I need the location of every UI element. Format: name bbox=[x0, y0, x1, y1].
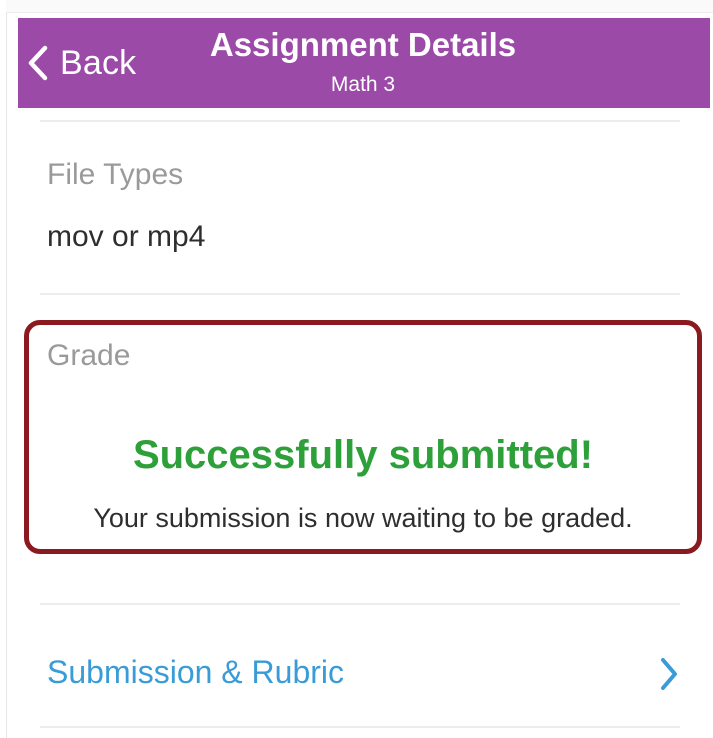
frame-edge bbox=[6, 0, 7, 738]
submission-success-message: Successfully submitted! bbox=[132, 433, 594, 477]
submission-rubric-link[interactable]: Submission & Rubric bbox=[40, 640, 685, 710]
grading-status-message: Your submission is now waiting to be gra… bbox=[93, 503, 633, 533]
chevron-left-icon bbox=[28, 45, 48, 81]
frame-top bbox=[6, 0, 713, 13]
submission-rubric-label: Submission & Rubric bbox=[47, 654, 344, 690]
page-title: Assignment Details bbox=[209, 26, 517, 63]
file-types-label: File Types bbox=[47, 158, 184, 191]
divider bbox=[40, 293, 680, 295]
back-label: Back bbox=[60, 43, 137, 82]
divider bbox=[40, 120, 680, 122]
grade-label: Grade bbox=[47, 339, 131, 372]
divider bbox=[40, 726, 680, 728]
chevron-right-icon bbox=[659, 656, 679, 697]
divider bbox=[40, 603, 680, 605]
grade-section: Grade Successfully submitted! Your submi… bbox=[24, 320, 702, 554]
back-button[interactable]: Back bbox=[28, 38, 136, 88]
page-subtitle: Math 3 bbox=[330, 73, 396, 96]
navigation-bar: Back Assignment Details Math 3 bbox=[18, 18, 710, 108]
assignment-details-screen: Back Assignment Details Math 3 File Type… bbox=[0, 0, 713, 738]
file-types-value: mov or mp4 bbox=[47, 220, 206, 253]
